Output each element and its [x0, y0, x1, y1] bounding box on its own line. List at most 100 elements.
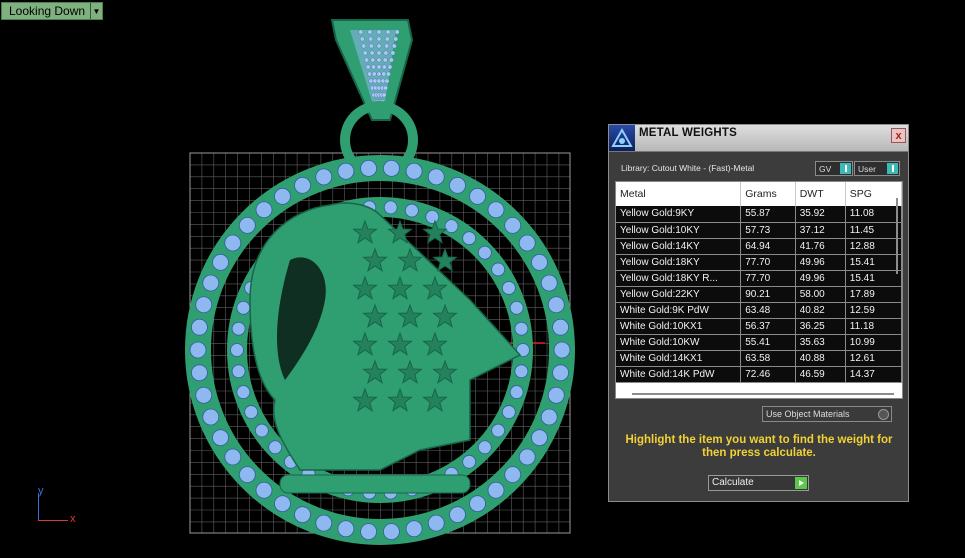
ring-gem: [337, 520, 355, 538]
pave-gem: [371, 64, 376, 70]
ring-gem: [189, 341, 207, 359]
user-toggle[interactable]: User: [854, 161, 900, 176]
ring-gem: [294, 506, 311, 524]
pave-gem: [385, 29, 391, 35]
table-row[interactable]: Yellow Gold:10KY 57.73 37.12 11.45: [616, 222, 902, 239]
pave-gem: [368, 78, 374, 84]
pave-gem: [369, 50, 375, 56]
ring-gem: [191, 318, 208, 336]
metal-table[interactable]: Metal Grams DWT SPG Yellow Gold:9KY 55.87…: [615, 181, 903, 399]
table-row[interactable]: White Gold:14KX1 63.58 40.88 12.61: [616, 350, 902, 367]
cell-dwt: 49.96: [795, 270, 846, 287]
scroll-base: [279, 474, 471, 494]
axis-x-label: x: [70, 513, 76, 525]
ring-gem: [504, 466, 522, 483]
ring-gem: [195, 296, 213, 314]
calculate-button[interactable]: Calculate: [708, 475, 809, 491]
cell-spg: 11.45: [845, 222, 902, 239]
ring-gem: [404, 203, 419, 218]
cell-spg: 17.89: [845, 286, 902, 303]
ring-gem: [531, 253, 548, 271]
cell-grams: 72.46: [740, 366, 796, 383]
ring-gem: [383, 200, 398, 215]
panel-titlebar[interactable]: METAL WEIGHTS x: [609, 125, 908, 152]
gv-toggle[interactable]: GV: [815, 161, 853, 176]
ring-gem: [224, 448, 242, 466]
ring-gem: [236, 300, 251, 315]
chevron-down-icon[interactable]: ▼: [90, 3, 102, 19]
ring-gem: [212, 429, 229, 447]
view-label-dropdown[interactable]: Looking Down ▼: [1, 2, 103, 20]
ring-gem: [547, 386, 565, 404]
use-object-materials-label: Use Object Materials: [766, 409, 850, 419]
ring-gem: [477, 440, 492, 455]
library-label: Library: Cutout White - (Fast)-Metal: [621, 163, 755, 173]
ring-gem: [518, 448, 536, 466]
column-header-dwt[interactable]: DWT: [795, 182, 846, 206]
close-icon[interactable]: x: [891, 128, 906, 143]
ring-gem: [274, 187, 291, 205]
pave-gem: [383, 85, 388, 91]
ring-gem: [547, 296, 565, 314]
table-row[interactable]: White Gold:10KW 55.41 35.63 10.99: [616, 334, 902, 351]
cell-grams: 90.21: [740, 286, 796, 303]
column-header-spg[interactable]: SPG: [845, 182, 902, 206]
table-row[interactable]: White Gold:9K PdW 63.48 40.82 12.59: [616, 302, 902, 319]
ring-gem: [427, 168, 445, 186]
ring-gem: [531, 429, 548, 447]
pave-gem: [376, 50, 382, 56]
ring-gem: [254, 423, 269, 438]
ring-gem: [244, 405, 259, 419]
table-row[interactable]: Yellow Gold:14KY 64.94 41.76 12.88: [616, 238, 902, 255]
cell-spg: 15.41: [845, 254, 902, 271]
table-row[interactable]: White Gold:10KX1 56.37 36.25 11.18: [616, 318, 902, 335]
table-row[interactable]: Yellow Gold:22KY 90.21 58.00 17.89: [616, 286, 902, 303]
cell-metal: Yellow Gold:18KY R...: [616, 270, 742, 287]
ring-gem: [469, 495, 486, 513]
ring-gem: [405, 162, 423, 180]
pave-gem: [393, 36, 399, 42]
play-icon: [795, 477, 807, 489]
cell-dwt: 35.63: [795, 334, 846, 351]
ring-gem: [315, 168, 333, 186]
cell-metal: White Gold:10KW: [616, 334, 742, 351]
vertical-scrollbar[interactable]: [896, 198, 898, 274]
ring-gem: [552, 318, 569, 336]
pave-gem: [372, 78, 378, 84]
star: [432, 247, 458, 272]
ring-gem: [274, 495, 291, 513]
table-row[interactable]: Yellow Gold:9KY 55.87 35.92 11.08: [616, 206, 902, 223]
cell-dwt: 58.00: [795, 286, 846, 303]
ring-gem: [553, 341, 571, 359]
cell-grams: 63.48: [740, 302, 796, 319]
pave-gem: [387, 64, 393, 70]
cell-grams: 55.87: [740, 206, 796, 223]
ring-gem: [509, 385, 524, 400]
ring-gem: [360, 159, 377, 177]
panel-title: METAL WEIGHTS: [639, 127, 738, 139]
ring-gem: [360, 523, 377, 541]
table-row[interactable]: Yellow Gold:18KY R... 77.70 49.96 15.41: [616, 270, 902, 287]
ring-gem: [552, 364, 569, 382]
cell-grams: 55.41: [740, 334, 796, 351]
radio-icon[interactable]: [878, 409, 889, 420]
use-object-materials-option[interactable]: Use Object Materials: [762, 406, 892, 422]
cell-metal: Yellow Gold:14KY: [616, 238, 742, 255]
table-row[interactable]: Yellow Gold:18KY 77.70 49.96 15.41: [616, 254, 902, 271]
column-header-metal[interactable]: Metal: [616, 182, 742, 206]
cell-metal: White Gold:9K PdW: [616, 302, 742, 319]
table-row[interactable]: White Gold:14K PdW 72.46 46.59 14.37: [616, 366, 902, 383]
pave-gem: [381, 71, 387, 77]
toggle-icon: [887, 163, 898, 174]
cell-spg: 10.99: [845, 334, 902, 351]
cell-grams: 63.58: [740, 350, 796, 367]
axis-x-line: [38, 520, 68, 521]
ring-gem: [195, 386, 213, 404]
horizontal-scrollbar[interactable]: [632, 393, 894, 395]
cell-grams: 57.73: [740, 222, 796, 239]
pave-gem: [376, 64, 382, 70]
pave-gem: [358, 29, 364, 35]
ring-gem: [268, 440, 283, 455]
pave-gem: [384, 43, 390, 49]
column-header-grams[interactable]: Grams: [740, 182, 796, 206]
